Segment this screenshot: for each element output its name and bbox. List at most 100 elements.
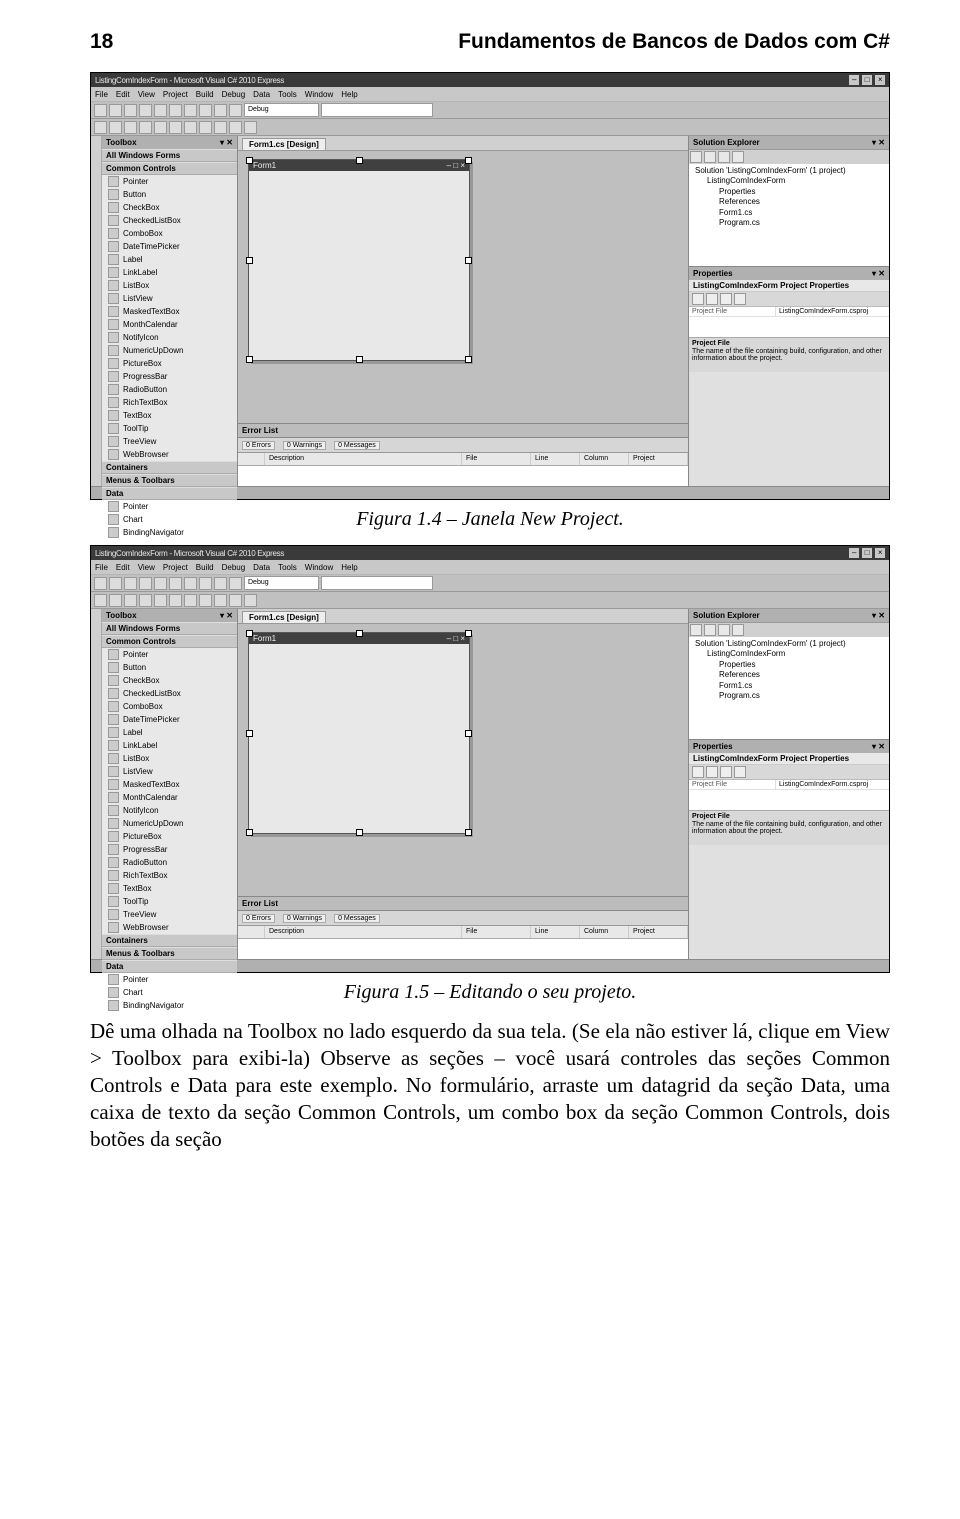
config-dropdown[interactable]: Debug	[244, 576, 319, 590]
toolbox-item[interactable]: Pointer	[102, 175, 237, 188]
save-icon[interactable]	[124, 577, 137, 590]
tab-form-design[interactable]: Form1.cs [Design]	[242, 138, 326, 150]
align-icon[interactable]	[139, 121, 152, 134]
redo-icon[interactable]	[214, 104, 227, 117]
tab-messages[interactable]: 0 Messages	[334, 441, 380, 450]
properties-toolbar[interactable]	[689, 765, 889, 780]
tree-solution[interactable]: Solution 'ListingComIndexForm' (1 projec…	[693, 639, 885, 649]
toolbox-item[interactable]: NotifyIcon	[102, 331, 237, 344]
maximize-icon[interactable]: □	[862, 548, 872, 558]
config-dropdown[interactable]: Debug	[244, 103, 319, 117]
toolbox-item[interactable]: ListView	[102, 292, 237, 305]
pin-icon[interactable]: ▾ ✕	[872, 269, 885, 278]
menu-window[interactable]: Window	[305, 90, 333, 99]
tree-references[interactable]: References	[693, 197, 885, 207]
tree-references[interactable]: References	[693, 670, 885, 680]
order-icon[interactable]	[244, 121, 257, 134]
form-designer[interactable]: Form1 – □ ×	[238, 624, 688, 896]
space-icon[interactable]	[199, 121, 212, 134]
toolbox-item[interactable]: TextBox	[102, 409, 237, 422]
tab-form-design[interactable]: Form1.cs [Design]	[242, 611, 326, 623]
form-controls-icon[interactable]: – □ ×	[447, 634, 465, 643]
toolbox-group-common[interactable]: Common Controls	[102, 635, 237, 648]
save-all-icon[interactable]	[139, 577, 152, 590]
menu-view[interactable]: View	[138, 90, 155, 99]
properties-pane[interactable]: Properties ▾ ✕ ListingComIndexForm Proje…	[689, 739, 889, 845]
toolbox-item[interactable]: MonthCalendar	[102, 791, 237, 804]
menu-data[interactable]: Data	[253, 90, 270, 99]
align-icon[interactable]	[124, 594, 137, 607]
align-icon[interactable]	[94, 121, 107, 134]
align-icon[interactable]	[109, 121, 122, 134]
solution-toolbar[interactable]	[689, 149, 889, 164]
menu-build[interactable]: Build	[196, 563, 214, 572]
toolbox-item[interactable]: ProgressBar	[102, 370, 237, 383]
toolbox-group-containers[interactable]: Containers	[102, 934, 237, 947]
center-icon[interactable]	[214, 121, 227, 134]
menu-window[interactable]: Window	[305, 563, 333, 572]
align-icon[interactable]	[124, 121, 137, 134]
toolbox-item[interactable]: ToolTip	[102, 422, 237, 435]
document-tabs[interactable]: Form1.cs [Design]	[238, 609, 688, 624]
center-icon[interactable]	[214, 594, 227, 607]
toolbox-item[interactable]: TextBox	[102, 882, 237, 895]
toolbox-item[interactable]: ProgressBar	[102, 843, 237, 856]
toolbox-item[interactable]: MonthCalendar	[102, 318, 237, 331]
align-icon[interactable]	[94, 594, 107, 607]
toolbox-item[interactable]: ComboBox	[102, 227, 237, 240]
toolbox-item[interactable]: LinkLabel	[102, 266, 237, 279]
tab-warnings[interactable]: 0 Warnings	[283, 441, 326, 450]
properties-grid[interactable]: Project File ListingComIndexForm.csproj	[689, 307, 889, 337]
solution-tree[interactable]: Solution 'ListingComIndexForm' (1 projec…	[689, 637, 889, 739]
menu-debug[interactable]: Debug	[222, 90, 246, 99]
solution-toolbar[interactable]	[689, 622, 889, 637]
toolbox-item[interactable]: Pointer	[102, 648, 237, 661]
space-icon[interactable]	[199, 594, 212, 607]
properties-grid[interactable]: Project File ListingComIndexForm.csproj	[689, 780, 889, 810]
ide-menubar[interactable]: File Edit View Project Build Debug Data …	[91, 87, 889, 102]
toolbox-item[interactable]: CheckBox	[102, 201, 237, 214]
toolbox-item[interactable]: BindingNavigator	[102, 999, 237, 1012]
copy-icon[interactable]	[169, 577, 182, 590]
toolbox-group-menus[interactable]: Menus & Toolbars	[102, 474, 237, 487]
tab-messages[interactable]: 0 Messages	[334, 914, 380, 923]
size-icon[interactable]	[169, 121, 182, 134]
tab-errors[interactable]: 0 Errors	[242, 441, 275, 450]
menu-project[interactable]: Project	[163, 90, 188, 99]
pin-icon[interactable]: ▾ ✕	[872, 742, 885, 751]
close-icon[interactable]: ×	[875, 75, 885, 85]
ide-toolbar-1[interactable]: Debug	[91, 102, 889, 119]
menu-build[interactable]: Build	[196, 90, 214, 99]
toolbox-item[interactable]: PictureBox	[102, 357, 237, 370]
toolbox-pane[interactable]: Toolbox ▾ ✕ All Windows Forms Common Con…	[102, 136, 238, 486]
solution-explorer[interactable]: Solution Explorer ▾ ✕ Solution 'ListingC…	[689, 609, 889, 739]
toolbox-pane[interactable]: Toolbox ▾ ✕ All Windows Forms Common Con…	[102, 609, 238, 959]
run-icon[interactable]	[229, 104, 242, 117]
open-icon[interactable]	[109, 577, 122, 590]
pin-icon[interactable]: ▾ ✕	[872, 138, 885, 147]
ide-toolbar-2[interactable]	[91, 592, 889, 609]
new-icon[interactable]	[94, 104, 107, 117]
align-icon[interactable]	[109, 594, 122, 607]
menu-file[interactable]: File	[95, 90, 108, 99]
toolbox-item[interactable]: TreeView	[102, 908, 237, 921]
tab-errors[interactable]: 0 Errors	[242, 914, 275, 923]
toolbox-group-data[interactable]: Data	[102, 960, 237, 973]
toolbox-item[interactable]: ComboBox	[102, 700, 237, 713]
tree-project[interactable]: ListingComIndexForm	[693, 649, 885, 659]
property-value[interactable]: ListingComIndexForm.csproj	[776, 307, 889, 316]
form-controls-icon[interactable]: – □ ×	[447, 161, 465, 170]
toolbox-group-data[interactable]: Data	[102, 487, 237, 500]
align-icon[interactable]	[139, 594, 152, 607]
open-icon[interactable]	[109, 104, 122, 117]
toolbox-item[interactable]: RadioButton	[102, 383, 237, 396]
redo-icon[interactable]	[214, 577, 227, 590]
pin-icon[interactable]: ▾ ✕	[872, 611, 885, 620]
toolbox-item[interactable]: NotifyIcon	[102, 804, 237, 817]
toolbox-item[interactable]: DateTimePicker	[102, 240, 237, 253]
size-icon[interactable]	[154, 121, 167, 134]
menu-debug[interactable]: Debug	[222, 563, 246, 572]
menu-tools[interactable]: Tools	[278, 563, 297, 572]
window-controls[interactable]: – □ ×	[848, 548, 885, 558]
toolbox-item[interactable]: CheckedListBox	[102, 687, 237, 700]
